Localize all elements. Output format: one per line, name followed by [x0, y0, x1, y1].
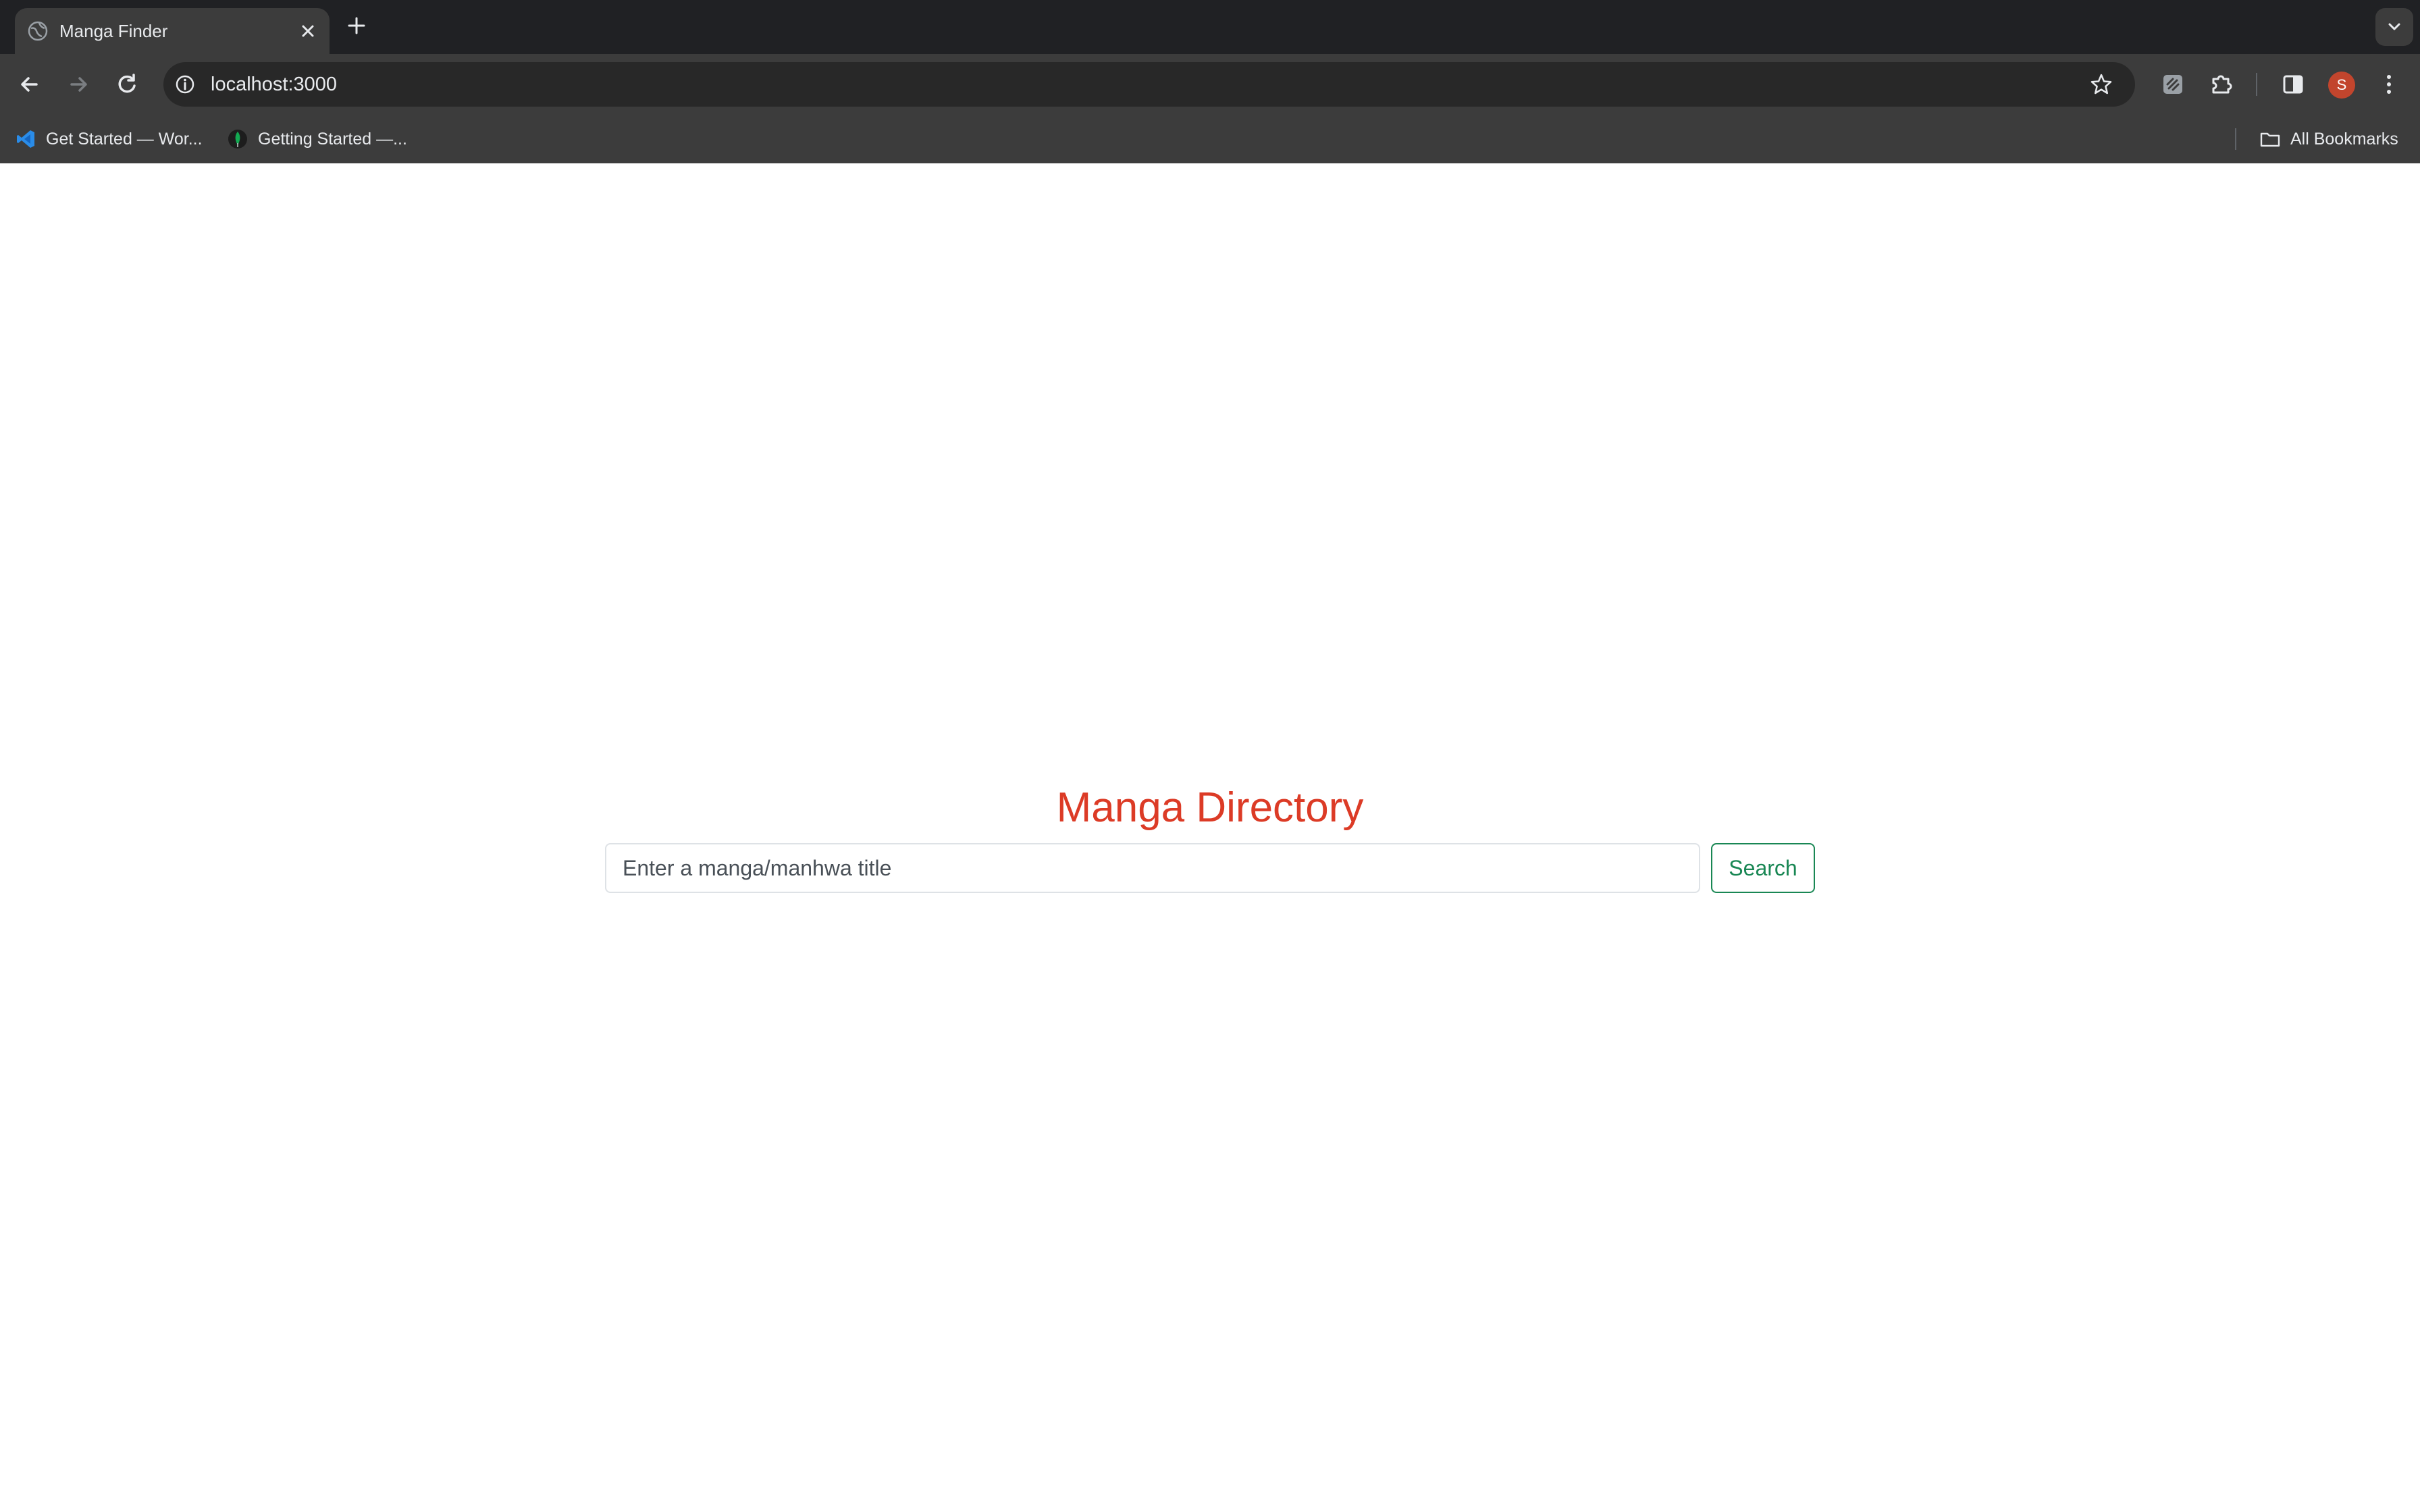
extension-button[interactable]	[2158, 70, 2188, 99]
all-bookmarks-label: All Bookmarks	[2290, 129, 2398, 148]
side-panel-button[interactable]	[2278, 70, 2308, 99]
tab-search-button[interactable]	[2375, 8, 2413, 46]
globe-icon	[28, 21, 48, 41]
new-tab-plus-icon[interactable]	[346, 15, 367, 36]
bookmark-label: Get Started — Wor...	[46, 129, 203, 148]
browser-menu-button[interactable]	[2374, 70, 2404, 99]
forward-button[interactable]	[63, 70, 93, 99]
bookmark-item[interactable]: Get Started — Wor...	[15, 115, 203, 163]
site-info-icon[interactable]	[173, 72, 197, 97]
page-content: Manga Directory Search	[0, 163, 2420, 1512]
reload-icon	[118, 74, 136, 93]
arrow-right-icon	[70, 77, 87, 92]
extension-app-icon	[2163, 75, 2182, 94]
back-button[interactable]	[15, 70, 45, 99]
address-bar[interactable]: localhost:3000	[163, 62, 2135, 107]
tab-title: Manga Finder	[59, 21, 168, 41]
search-button[interactable]: Search	[1711, 843, 1815, 893]
browser-tabstrip: Manga Finder	[0, 0, 2420, 54]
browser-tab[interactable]: Manga Finder	[15, 8, 330, 54]
browser-toolbar: localhost:3000 S	[0, 54, 2420, 115]
extensions-button[interactable]	[2207, 70, 2236, 99]
bookmarks-divider	[2235, 128, 2236, 150]
vscode-icon	[17, 130, 34, 148]
side-panel-icon	[2283, 75, 2303, 94]
puzzle-icon	[2212, 75, 2232, 94]
all-bookmarks-button[interactable]: All Bookmarks	[2259, 115, 2398, 163]
reload-button[interactable]	[112, 70, 142, 99]
page-title: Manga Directory	[1056, 784, 1364, 831]
chevron-down-icon	[2388, 23, 2400, 30]
star-icon[interactable]	[2089, 72, 2113, 97]
search-input[interactable]	[605, 843, 1700, 893]
close-icon[interactable]	[298, 22, 317, 40]
mongodb-leaf-icon	[228, 130, 247, 148]
more-vertical-icon	[2387, 75, 2391, 94]
arrow-left-icon	[21, 77, 38, 92]
bookmarks-bar: Get Started — Wor... Getting Started —..…	[0, 115, 2420, 164]
profile-avatar[interactable]: S	[2328, 72, 2355, 99]
bookmark-item[interactable]: Getting Started —...	[227, 115, 407, 163]
address-bar-url: localhost:3000	[211, 74, 338, 95]
toolbar-divider	[2256, 73, 2257, 96]
folder-icon	[2260, 132, 2280, 147]
bookmark-label: Getting Started —...	[258, 129, 407, 148]
